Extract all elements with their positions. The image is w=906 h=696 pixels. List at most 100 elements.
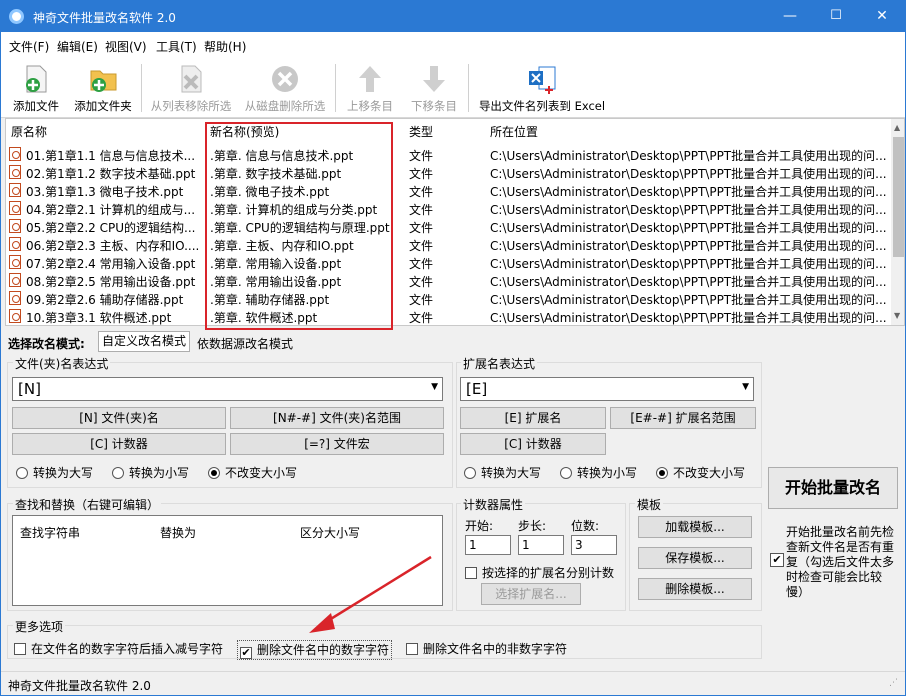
counter-step-label: 步长: bbox=[518, 519, 547, 533]
table-row[interactable]: 05.第2章2.2 CPU的逻辑结构... .第章. CPU的逻辑结构与原理.pp… bbox=[6, 217, 886, 235]
minimize-button[interactable]: — bbox=[767, 1, 813, 32]
arrow-up-icon bbox=[355, 64, 385, 94]
app-icon bbox=[9, 9, 24, 24]
find-replace-title: 查找和替换（右键可编辑） bbox=[13, 496, 162, 513]
tab-custom-mode[interactable]: 自定义改名模式 bbox=[98, 331, 190, 352]
scroll-down-icon[interactable]: ▼ bbox=[894, 311, 900, 320]
ext-uppercase-radio[interactable]: 转换为大写 bbox=[464, 464, 541, 481]
move-up-button[interactable]: 上移条目 bbox=[341, 62, 399, 116]
table-row[interactable]: 04.第2章2.1 计算机的组成与... .第章. 计算机的组成与分类.ppt 文件… bbox=[6, 199, 886, 217]
insert-ext-counter-button[interactable]: [C] 计数器 bbox=[460, 433, 606, 455]
delete-from-disk-label: 从磁盘删除所选 bbox=[244, 99, 326, 113]
cell-type: 文件 bbox=[409, 239, 434, 253]
menu-help[interactable]: 帮助(H) bbox=[204, 38, 246, 55]
col-header-original[interactable]: 原名称 bbox=[11, 123, 47, 140]
counter-step-input[interactable]: 1 bbox=[518, 535, 564, 555]
table-row[interactable]: 02.第1章1.2 数字技术基础.ppt .第章. 数字技术基础.ppt 文件 C:\… bbox=[6, 163, 886, 181]
menu-tools[interactable]: 工具(T) bbox=[156, 38, 197, 55]
ext-lowercase-radio[interactable]: 转换为小写 bbox=[560, 464, 637, 481]
table-row[interactable]: 07.第2章2.4 常用输入设备.ppt .第章. 常用输入设备.ppt 文件 C:\… bbox=[6, 253, 886, 271]
col-header-type[interactable]: 类型 bbox=[409, 123, 433, 140]
col-header-case[interactable]: 区分大小写 bbox=[300, 524, 360, 541]
ext-nochange-radio[interactable]: 不改变大小写 bbox=[656, 464, 745, 481]
filename-lowercase-radio[interactable]: 转换为小写 bbox=[112, 464, 189, 481]
cell-original: 05.第2章2.2 CPU的逻辑结构... bbox=[26, 221, 196, 235]
delete-from-disk-button[interactable]: 从磁盘删除所选 bbox=[239, 62, 331, 116]
counter-digits-input[interactable]: 3 bbox=[571, 535, 617, 555]
filename-uppercase-radio[interactable]: 转换为大写 bbox=[16, 464, 93, 481]
select-extension-button[interactable]: 选择扩展名... bbox=[481, 583, 581, 605]
col-header-replace[interactable]: 替换为 bbox=[160, 524, 196, 541]
delete-nondigits-checkbox[interactable]: 删除文件名中的非数字字符 bbox=[406, 640, 567, 657]
extension-expression-input[interactable]: [E] ▼ bbox=[460, 377, 754, 401]
add-folder-button[interactable]: 添加文件夹 bbox=[69, 62, 137, 116]
ppt-file-icon bbox=[9, 165, 21, 179]
add-file-button[interactable]: 添加文件 bbox=[7, 62, 65, 116]
insert-extension-button[interactable]: [E] 扩展名 bbox=[460, 407, 606, 429]
maximize-button[interactable]: ☐ bbox=[813, 1, 859, 32]
cell-location: C:\Users\Administrator\Desktop\PPT\PPT批量… bbox=[490, 293, 886, 307]
insert-minus-checkbox[interactable]: 在文件名的数字字符后插入减号字符 bbox=[14, 640, 223, 657]
export-excel-label: 导出文件名列表到 Excel bbox=[478, 99, 606, 113]
chevron-down-icon[interactable]: ▼ bbox=[431, 382, 438, 392]
menu-edit[interactable]: 编辑(E) bbox=[57, 38, 98, 55]
cell-type: 文件 bbox=[409, 167, 434, 181]
tab-datasource-mode[interactable]: 依数据源改名模式 bbox=[197, 335, 293, 352]
insert-extension-range-button[interactable]: [E#-#] 扩展名范围 bbox=[610, 407, 756, 429]
filename-nochange-radio[interactable]: 不改变大小写 bbox=[208, 464, 297, 481]
resize-grip-icon[interactable]: ⋰ bbox=[889, 678, 898, 688]
export-excel-button[interactable]: 导出文件名列表到 Excel bbox=[473, 62, 611, 116]
file-list[interactable]: 原名称 新名称(预览) 类型 所在位置 01.第1章1.1 信息与信息技术...… bbox=[5, 118, 905, 326]
table-row[interactable]: 08.第2章2.5 常用输出设备.ppt .第章. 常用输出设备.ppt 文件 C:\… bbox=[6, 271, 886, 289]
col-header-location[interactable]: 所在位置 bbox=[490, 123, 538, 140]
table-row[interactable]: 03.第1章1.3 微电子技术.ppt .第章. 微电子技术.ppt 文件 C:\Us… bbox=[6, 181, 886, 199]
counter-start-input[interactable]: 1 bbox=[465, 535, 511, 555]
table-row[interactable]: 06.第2章2.3 主板、内存和IO.... .第章. 主板、内存和IO.ppt 文… bbox=[6, 235, 886, 253]
move-down-label: 下移条目 bbox=[411, 99, 457, 113]
remove-from-list-button[interactable]: 从列表移除所选 bbox=[145, 62, 237, 116]
chevron-down-icon[interactable]: ▼ bbox=[742, 382, 749, 392]
insert-macro-button[interactable]: [=?] 文件宏 bbox=[230, 433, 444, 455]
checkbox-label: 按选择的扩展名分别计数 bbox=[482, 566, 615, 580]
insert-counter-button[interactable]: [C] 计数器 bbox=[12, 433, 226, 455]
mode-label: 选择改名模式: bbox=[8, 337, 85, 351]
checkbox-box: ✔ bbox=[240, 646, 252, 659]
delete-template-button[interactable]: 删除模板... bbox=[638, 578, 752, 600]
cell-original: 04.第2章2.1 计算机的组成与... bbox=[26, 203, 196, 217]
remove-list-icon bbox=[176, 64, 206, 94]
cell-original: 02.第1章1.2 数字技术基础.ppt bbox=[26, 167, 196, 181]
cell-type: 文件 bbox=[409, 149, 434, 163]
insert-filename-range-button[interactable]: [N#-#] 文件(夹)名范围 bbox=[230, 407, 444, 429]
count-by-extension-checkbox[interactable]: 按选择的扩展名分别计数 bbox=[465, 564, 614, 581]
checkbox-box bbox=[465, 567, 477, 579]
insert-filename-button[interactable]: [N] 文件(夹)名 bbox=[12, 407, 226, 429]
menu-view[interactable]: 视图(V) bbox=[105, 38, 147, 55]
filename-expression-input[interactable]: [N] ▼ bbox=[12, 377, 443, 401]
cell-original: 07.第2章2.4 常用输入设备.ppt bbox=[26, 257, 196, 271]
filename-expression-title: 文件(夹)名表达式 bbox=[13, 355, 111, 372]
scroll-thumb[interactable] bbox=[893, 137, 904, 257]
col-header-find[interactable]: 查找字符串 bbox=[20, 524, 80, 541]
table-row[interactable]: 10.第3章3.1 软件概述.ppt .第章. 软件概述.ppt 文件 C:\User… bbox=[6, 307, 886, 325]
counter-start-label: 开始: bbox=[465, 519, 494, 533]
counter-digits-label: 位数: bbox=[571, 519, 600, 533]
move-down-button[interactable]: 下移条目 bbox=[405, 62, 463, 116]
cell-type: 文件 bbox=[409, 311, 434, 325]
checkbox-label: 删除文件名中的数字字符 bbox=[257, 643, 390, 657]
scroll-up-icon[interactable]: ▲ bbox=[894, 123, 900, 132]
start-rename-button[interactable]: 开始批量改名 bbox=[768, 467, 898, 509]
check-duplicate-checkbox[interactable]: ✔ bbox=[770, 553, 784, 567]
table-row[interactable]: 01.第1章1.1 信息与信息技术... .第章. 信息与信息技术.ppt 文件 C:… bbox=[6, 145, 886, 163]
close-button[interactable]: ✕ bbox=[859, 1, 905, 32]
table-row[interactable]: 09.第2章2.6 辅助存储器.ppt .第章. 辅助存储器.ppt 文件 C:\Us… bbox=[6, 289, 886, 307]
load-template-button[interactable]: 加载模板... bbox=[638, 516, 752, 538]
save-template-button[interactable]: 保存模板... bbox=[638, 547, 752, 569]
delete-digits-checkbox[interactable]: ✔ 删除文件名中的数字字符 bbox=[237, 640, 393, 660]
vertical-scrollbar[interactable]: ▲ ▼ bbox=[891, 119, 904, 325]
toolbar-separator bbox=[335, 64, 336, 112]
menu-file[interactable]: 文件(F) bbox=[9, 38, 49, 55]
cell-location: C:\Users\Administrator\Desktop\PPT\PPT批量… bbox=[490, 203, 886, 217]
window-title: 神奇文件批量改名软件 2.0 bbox=[33, 11, 176, 25]
extension-expression-value: [E] bbox=[466, 380, 488, 398]
check-duplicate-label: 开始批量改名前先检查新文件名是否有重复（勾选后文件太多时检查可能会比较慢） bbox=[786, 525, 895, 599]
